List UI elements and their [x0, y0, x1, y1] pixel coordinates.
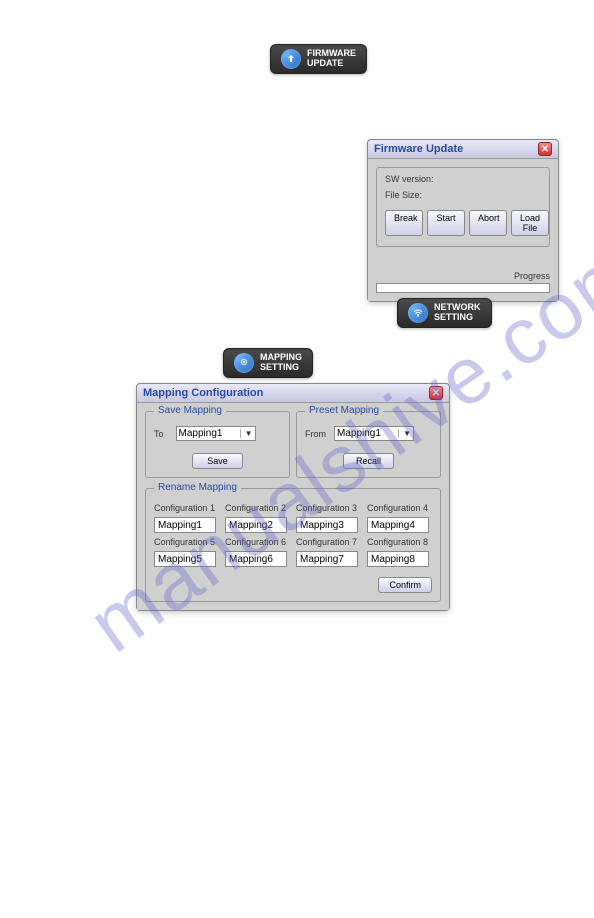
upload-icon [281, 49, 301, 69]
config-label: Configuration 8 [367, 537, 432, 547]
wifi-icon [408, 303, 428, 323]
chevron-down-icon: ▼ [398, 429, 411, 438]
recall-button[interactable]: Recall [343, 453, 394, 469]
firmware-update-window: Firmware Update ✕ SW version: File Size:… [367, 139, 559, 302]
file-size-label: File Size: [385, 190, 541, 200]
config-input-5[interactable] [154, 551, 216, 567]
firmware-window-title: Firmware Update [374, 143, 463, 155]
chevron-down-icon: ▼ [240, 429, 253, 438]
config-label: Configuration 7 [296, 537, 361, 547]
sw-version-label: SW version: [385, 174, 541, 184]
close-icon[interactable]: ✕ [429, 386, 443, 400]
confirm-button[interactable]: Confirm [378, 577, 432, 593]
config-label: Configuration 2 [225, 503, 290, 513]
mapping-setting-label: MAPPING SETTING [260, 353, 302, 373]
from-label: From [305, 429, 326, 439]
config-input-1[interactable] [154, 517, 216, 533]
mapping-setting-button[interactable]: MAPPING SETTING [223, 348, 313, 378]
firmware-update-button[interactable]: FIRMWARE UPDATE [270, 44, 367, 74]
start-button[interactable]: Start [427, 210, 465, 236]
config-input-2[interactable] [225, 517, 287, 533]
mapping-config-window: Mapping Configuration ✕ Save Mapping To … [136, 383, 450, 611]
from-select[interactable]: Mapping1 ▼ [334, 426, 414, 441]
save-mapping-legend: Save Mapping [154, 405, 226, 416]
to-select[interactable]: Mapping1 ▼ [176, 426, 256, 441]
config-label: Configuration 3 [296, 503, 361, 513]
progress-label: Progress [376, 271, 550, 281]
mapping-window-title: Mapping Configuration [143, 387, 263, 399]
from-select-value: Mapping1 [337, 428, 381, 439]
break-button[interactable]: Break [385, 210, 423, 236]
to-label: To [154, 429, 164, 439]
load-file-button[interactable]: Load File [511, 210, 549, 236]
config-label: Configuration 4 [367, 503, 432, 513]
rename-mapping-legend: Rename Mapping [154, 482, 241, 493]
preset-mapping-legend: Preset Mapping [305, 405, 383, 416]
progress-bar [376, 283, 550, 293]
config-input-3[interactable] [296, 517, 358, 533]
config-label: Configuration 1 [154, 503, 219, 513]
config-input-7[interactable] [296, 551, 358, 567]
network-setting-button[interactable]: NETWORK SETTING [397, 298, 492, 328]
config-label: Configuration 5 [154, 537, 219, 547]
abort-button[interactable]: Abort [469, 210, 507, 236]
pin-icon [234, 353, 254, 373]
network-setting-label: NETWORK SETTING [434, 303, 481, 323]
config-label: Configuration 6 [225, 537, 290, 547]
save-button[interactable]: Save [192, 453, 243, 469]
config-input-8[interactable] [367, 551, 429, 567]
firmware-update-label: FIRMWARE UPDATE [307, 49, 356, 69]
config-input-4[interactable] [367, 517, 429, 533]
to-select-value: Mapping1 [179, 428, 223, 439]
close-icon[interactable]: ✕ [538, 142, 552, 156]
config-input-6[interactable] [225, 551, 287, 567]
